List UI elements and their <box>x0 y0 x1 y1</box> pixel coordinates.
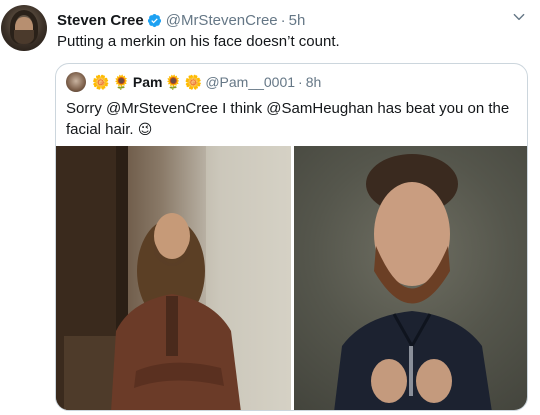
media-photo-right[interactable] <box>294 146 527 410</box>
photo-illustration <box>56 146 291 410</box>
meta-separator: · <box>298 74 303 90</box>
sunflower-emoji: 🌻 <box>164 74 182 90</box>
author-name[interactable]: Steven Cree <box>57 12 144 29</box>
quoted-timestamp[interactable]: 8h <box>306 74 322 90</box>
media-photo-left[interactable] <box>56 146 291 410</box>
verified-badge-icon <box>147 13 161 27</box>
media-grid <box>56 146 527 410</box>
quoted-author-name[interactable]: Pam <box>133 74 163 90</box>
quoted-author-handle[interactable]: @Pam__0001 <box>205 74 295 90</box>
daisy-emoji: 🌼 <box>184 74 203 90</box>
chevron-down-icon[interactable] <box>512 10 526 24</box>
avatar-beard <box>14 30 34 44</box>
author-avatar[interactable] <box>1 5 47 51</box>
tweet-header: Steven Cree @MrStevenCree · 5h <box>57 10 305 30</box>
daisy-emoji: 🌼 <box>92 74 110 90</box>
quoted-author-avatar[interactable] <box>66 72 86 92</box>
tweet-text: Putting a merkin on his face doesn’t cou… <box>57 33 340 50</box>
photo-illustration <box>334 154 492 410</box>
author-handle[interactable]: @MrStevenCree <box>166 12 278 29</box>
meta-separator: · <box>280 11 286 29</box>
tweet-timestamp[interactable]: 5h <box>289 12 306 29</box>
tweet[interactable]: Steven Cree @MrStevenCree · 5h Putting a… <box>0 0 540 415</box>
quoted-text-body: Sorry @MrStevenCree I think @SamHeughan … <box>66 100 510 138</box>
sunflower-emoji: 🌻 <box>112 74 130 90</box>
wink-emoji: 😉 <box>137 121 153 137</box>
quoted-text: Sorry @MrStevenCree I think @SamHeughan … <box>66 99 516 140</box>
quoted-header: 🌼 🌻 Pam 🌻 🌼 @Pam__0001 · 8h <box>66 72 321 92</box>
quoted-tweet[interactable]: 🌼 🌻 Pam 🌻 🌼 @Pam__0001 · 8h Sorry @MrSte… <box>55 63 528 411</box>
